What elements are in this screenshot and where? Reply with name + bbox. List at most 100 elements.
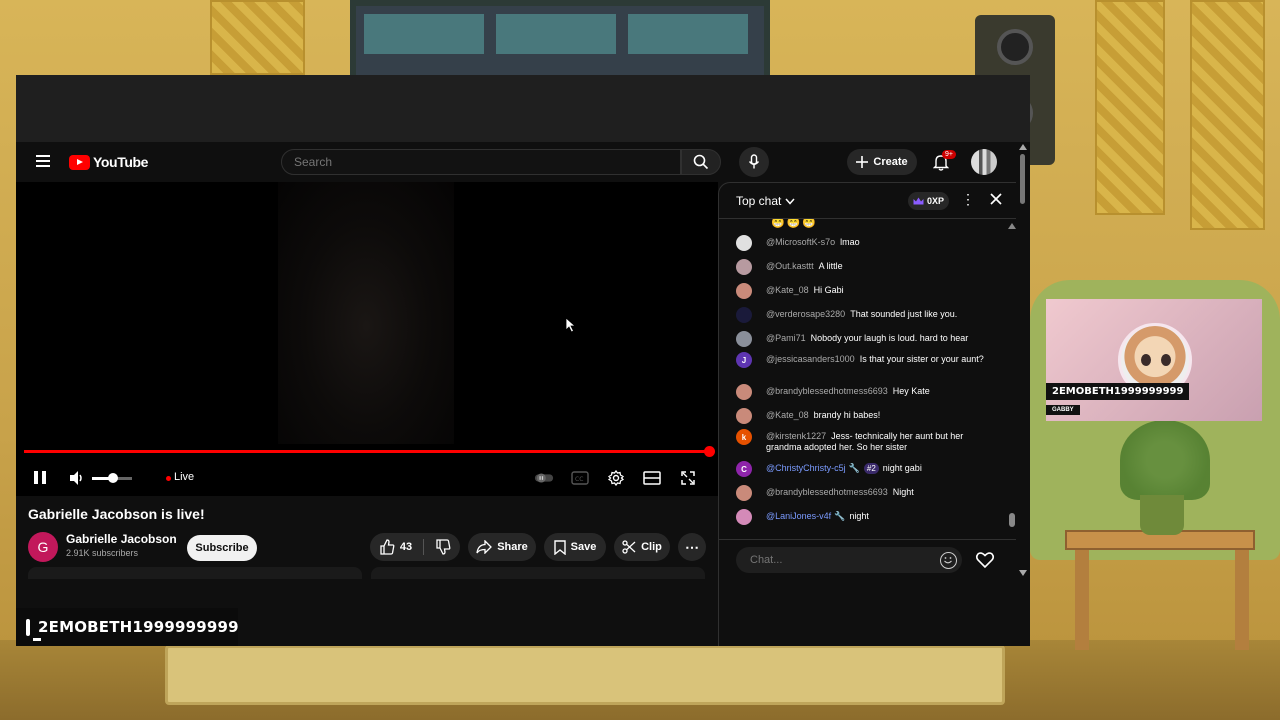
chat-message[interactable]: @brandyblessedhotmess6693 Night <box>736 485 996 501</box>
channel-avatar[interactable]: G <box>28 532 58 562</box>
chat-author-avatar[interactable] <box>736 384 752 400</box>
search-button[interactable] <box>681 149 721 175</box>
settings-button[interactable] <box>606 469 626 487</box>
chat-message[interactable]: k @kirstenk1227 Jess- technically her aunt… <box>736 429 996 453</box>
video-player[interactable]: Live CC <box>16 182 718 496</box>
chat-mode-selector[interactable]: Top chat <box>736 194 795 208</box>
chat-author-name[interactable]: @kirstenk1227 <box>766 431 826 441</box>
page-scroll-up-icon[interactable] <box>1019 144 1027 150</box>
microphone-icon <box>748 154 760 169</box>
chat-message-text: Hey Kate <box>892 386 930 396</box>
chat-author-avatar[interactable] <box>736 331 752 347</box>
page-scrollbar-thumb[interactable] <box>1020 154 1025 204</box>
scroll-up-arrow-icon[interactable] <box>1008 223 1016 229</box>
chat-message[interactable]: @MicrosoftK-s7o lmao <box>736 235 996 251</box>
chat-scrollbar-thumb[interactable] <box>1009 513 1015 527</box>
speaker-cone <box>997 29 1033 65</box>
logo-text: YouTube <box>93 154 149 170</box>
chevron-down-icon <box>785 198 795 205</box>
chat-author-avatar[interactable]: C <box>736 461 752 477</box>
progress-bar[interactable] <box>24 450 710 453</box>
chat-message[interactable]: @LaniJones-v4f 🔧 night <box>736 509 996 525</box>
more-actions-button[interactable]: ⋯ <box>678 533 706 561</box>
save-button[interactable]: Save <box>544 533 606 561</box>
chat-author-name[interactable]: @verderosape3280 <box>766 309 845 319</box>
chat-message-text: Is that your sister or your aunt? <box>859 354 984 364</box>
like-count[interactable]: 43 <box>400 541 412 553</box>
live-indicator-dot <box>166 476 171 481</box>
like-divider <box>423 539 425 555</box>
chat-author-avatar[interactable] <box>736 259 752 275</box>
share-button[interactable]: Share <box>468 533 536 561</box>
chat-message[interactable]: @Kate_08 brandy hi babes! <box>736 408 996 424</box>
xp-badge[interactable]: 0XP <box>908 192 950 210</box>
chat-message[interactable]: @Kate_08 Hi Gabi <box>736 283 996 299</box>
chat-message[interactable]: J @jessicasanders1000 Is that your sister … <box>736 352 996 368</box>
acoustic-panel <box>210 0 305 75</box>
chat-message[interactable]: C @ChristyChristy-c5j 🔧 #2 night gabi <box>736 461 996 477</box>
account-avatar[interactable] <box>971 149 997 175</box>
chat-author-avatar[interactable] <box>736 485 752 501</box>
chat-author-avatar[interactable] <box>736 408 752 424</box>
plus-icon <box>856 156 869 168</box>
captions-button[interactable]: CC <box>570 469 590 487</box>
heart-icon[interactable] <box>975 550 995 570</box>
stream-name-label: 2EMOBETH1999999999 <box>16 608 239 646</box>
live-label[interactable]: Live <box>174 471 194 483</box>
menu-icon[interactable] <box>36 155 50 167</box>
chat-author-avatar[interactable] <box>736 235 752 251</box>
autoplay-toggle[interactable] <box>534 469 554 487</box>
subscribe-button[interactable]: Subscribe <box>187 535 257 561</box>
save-label: Save <box>570 541 597 553</box>
chat-author-name[interactable]: @MicrosoftK-s7o <box>766 237 835 247</box>
notification-badge: 9+ <box>942 150 956 159</box>
fullscreen-button[interactable] <box>678 469 698 487</box>
chat-message[interactable]: @Out.kasttt A little <box>736 259 996 275</box>
chat-author-avatar[interactable] <box>736 509 752 525</box>
description-card[interactable] <box>371 567 705 579</box>
chat-author-name[interactable]: @Out.kasttt <box>766 261 814 271</box>
chat-author-avatar[interactable]: k <box>736 429 752 445</box>
page-scrollbar[interactable] <box>1018 142 1028 578</box>
chat-message-text: Night <box>892 487 914 497</box>
chat-author-name[interactable]: @Kate_08 <box>766 285 809 295</box>
chat-author-name[interactable]: @brandyblessedhotmess6693 <box>766 487 888 497</box>
chat-author-avatar[interactable] <box>736 307 752 323</box>
progress-scrubber[interactable] <box>704 446 715 457</box>
chat-message[interactable]: @brandyblessedhotmess6693 Hey Kate <box>736 384 996 400</box>
chat-author-name[interactable]: @ChristyChristy-c5j <box>766 463 846 473</box>
create-button[interactable]: Create <box>847 149 917 175</box>
bookmark-icon <box>553 539 566 555</box>
pause-button[interactable] <box>34 471 46 484</box>
chat-author-name[interactable]: @LaniJones-v4f <box>766 511 831 521</box>
thumbs-down-icon[interactable] <box>435 539 451 555</box>
plant-pot <box>1140 495 1184 535</box>
search-input[interactable] <box>281 149 681 175</box>
chat-author-name[interactable]: @brandyblessedhotmess6693 <box>766 386 888 396</box>
volume-slider-knob[interactable] <box>108 473 118 483</box>
voice-search-button[interactable] <box>739 147 769 177</box>
youtube-play-icon <box>69 154 90 170</box>
chat-author-name[interactable]: @Pami71 <box>766 333 806 343</box>
chat-more-options-icon[interactable]: ⋮ <box>961 191 975 208</box>
chat-author-avatar[interactable] <box>736 283 752 299</box>
theater-mode-button[interactable] <box>642 469 662 487</box>
description-card[interactable] <box>28 567 362 579</box>
volume-icon[interactable] <box>68 469 86 487</box>
chat-author-name[interactable]: @Kate_08 <box>766 410 809 420</box>
emoji-picker-icon[interactable] <box>940 552 957 569</box>
page-scroll-down-icon[interactable] <box>1019 570 1027 576</box>
subscriber-count: 2.91K subscribers <box>66 548 139 558</box>
chat-author-name[interactable]: @jessicasanders1000 <box>766 354 855 364</box>
channel-name[interactable]: Gabrielle Jacobson <box>66 532 177 546</box>
autoplay-toggle-icon <box>534 473 554 483</box>
close-icon[interactable] <box>987 190 1005 208</box>
youtube-logo[interactable]: YouTube <box>69 154 148 170</box>
chat-author-avatar[interactable]: J <box>736 352 752 368</box>
chat-message[interactable]: @verderosape3280 That sounded just like y… <box>736 307 996 323</box>
chat-message[interactable]: @Pami71 Nobody your laugh is loud. hard t… <box>736 331 996 347</box>
thumbs-up-icon[interactable] <box>379 539 395 555</box>
browser-window: YouTube Crea <box>16 75 1030 646</box>
chat-input[interactable] <box>736 547 962 573</box>
clip-button[interactable]: Clip <box>614 533 670 561</box>
